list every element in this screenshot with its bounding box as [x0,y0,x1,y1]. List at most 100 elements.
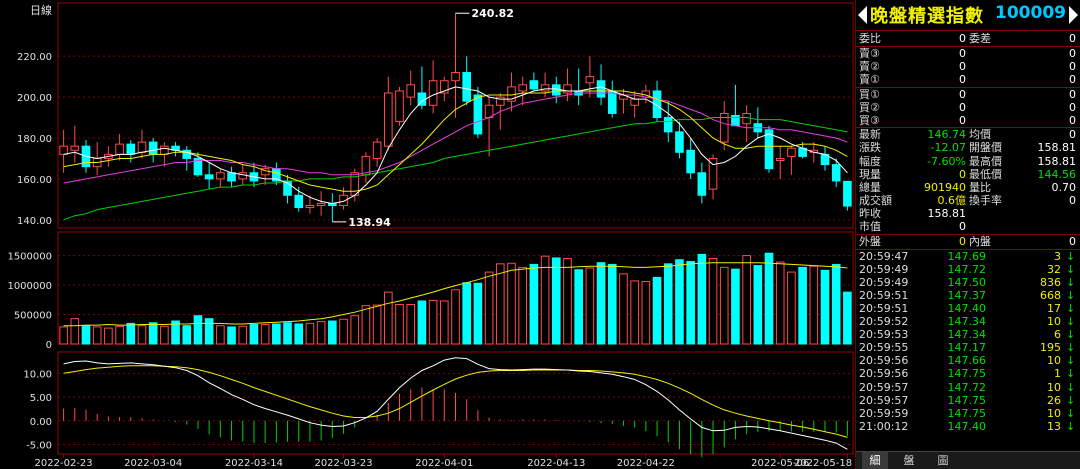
volume-tick-label: 500000 [14,311,52,322]
sell-level-price: 0 [959,60,966,74]
down-arrow-icon: ↓ [1066,249,1076,263]
volume-bar [764,252,774,345]
candle-body[interactable] [216,172,225,180]
volume-bar [260,324,270,345]
time-and-sales[interactable]: 20:59:47 147.69 3 ↓ 20:59:49 147.72 32 ↓ 20:59:4… [856,250,1080,433]
tick-price: 147.75 [947,367,987,381]
next-arrow-icon[interactable] [1069,6,1078,24]
tab-orderbook[interactable]: 盤 [896,452,922,469]
tick-volume: 1 [1054,367,1061,381]
candle-body[interactable] [462,72,472,102]
candle-body[interactable] [137,141,147,153]
volume-bar [563,258,572,345]
candle-body[interactable] [585,76,595,84]
prev-arrow-icon[interactable] [858,6,867,24]
volume-bar [417,300,427,345]
candle-body[interactable] [686,149,695,174]
candle-body[interactable] [305,205,315,209]
candle-body[interactable] [59,145,68,155]
volume-bar [428,299,438,345]
candle-body[interactable] [406,84,416,98]
candle-body[interactable] [607,90,617,114]
candle-body[interactable] [540,84,550,92]
candle-body[interactable] [596,80,606,98]
candle-body[interactable] [708,157,718,190]
mkt-value-value: 0 [959,220,966,234]
tick-time: 20:59:55 [859,341,909,355]
kline-chart[interactable]: 220.00 200.00 180.00 160.00 140.00 日線 1500000 1… [0,0,855,469]
cur-vol-value: 0 [959,167,966,181]
candle-body[interactable] [518,84,527,92]
tick-volume: 26 [1047,393,1061,407]
volume-bar [216,325,225,345]
last-value: 146.74 [927,128,967,142]
tick-volume: 6 [1054,328,1061,342]
sell-level-label: 賣② [859,60,880,74]
tick-row: 20:59:59 147.75 10 ↓ [856,407,1080,420]
candle-body[interactable] [663,117,673,133]
candle-body[interactable] [451,72,460,82]
tick-price: 147.37 [947,288,987,302]
outer-label: 外盤 [859,234,881,248]
tick-row: 20:59:53 147.34 6 ↓ [856,328,1080,341]
date-label: 2022-02-23 [35,458,93,469]
turnover-rate-value: 0 [1069,194,1076,208]
candle-body[interactable] [372,141,382,159]
sell-level-price: 0 [959,73,966,87]
candle-body[interactable] [473,94,483,135]
candle-body[interactable] [238,172,248,180]
candle-body[interactable] [148,141,158,155]
volume-bar [148,322,158,345]
tick-price: 147.72 [947,262,987,276]
buy-level-label: 買② [859,100,880,114]
candle-body[interactable] [227,172,236,182]
volume-bar [160,325,169,345]
outer-value: 0 [959,234,966,248]
candle-body[interactable] [764,129,774,170]
volume-bar [809,265,819,345]
date-label: 2022-04-22 [617,458,675,469]
volume-bar [697,253,707,345]
down-arrow-icon: ↓ [1066,406,1076,420]
prev-close-label: 昨收 [859,207,881,221]
candle-body[interactable] [428,80,438,106]
down-arrow-icon: ↓ [1066,328,1076,342]
buy-level-label: 買③ [859,113,880,127]
candle-body[interactable] [675,131,684,153]
candle-body[interactable] [563,84,572,94]
candle-body[interactable] [831,164,841,182]
candle-body[interactable] [294,194,304,209]
tab-chart[interactable]: 圖 [930,452,956,469]
candle-body[interactable] [204,174,214,180]
candle-body[interactable] [630,98,639,106]
candle-body[interactable] [529,80,539,90]
buy-level-volume: 0 [1069,100,1076,114]
tick-volume: 32 [1047,262,1061,276]
candle-body[interactable] [70,145,80,151]
candle-body[interactable] [115,143,124,155]
index-name: 晚盤精選指數 [870,6,984,27]
volume-bar [518,266,527,345]
buy-level-price: 0 [959,100,966,114]
candle-body[interactable] [126,143,136,155]
vol-ratio-label: 量比 [969,180,991,194]
candle-body[interactable] [160,145,169,155]
candle-body[interactable] [742,112,751,125]
candle-body[interactable] [551,84,561,96]
tick-time: 20:59:56 [859,367,909,381]
candle-body[interactable] [697,172,707,196]
sell-level-volume: 0 [1069,73,1076,87]
tab-detail[interactable]: 細 [862,452,888,469]
candle-body[interactable] [384,92,393,147]
inner-value: 0 [1069,234,1076,248]
avg-value: 0 [1069,128,1076,142]
candle-body[interactable] [395,90,404,123]
candle-body[interactable] [775,157,785,161]
tick-volume: 10 [1047,315,1061,329]
candle-body[interactable] [843,180,852,207]
volume-bar [675,259,684,345]
candle-body[interactable] [787,147,796,157]
candle-body[interactable] [316,202,326,206]
quote-panel: 晚盤精選指數 100009 委比 0 委差 0 賣③ 0 0 賣② 0 0 賣① 0 0 買① 0… [855,0,1080,469]
tick-price: 147.40 [947,302,987,315]
